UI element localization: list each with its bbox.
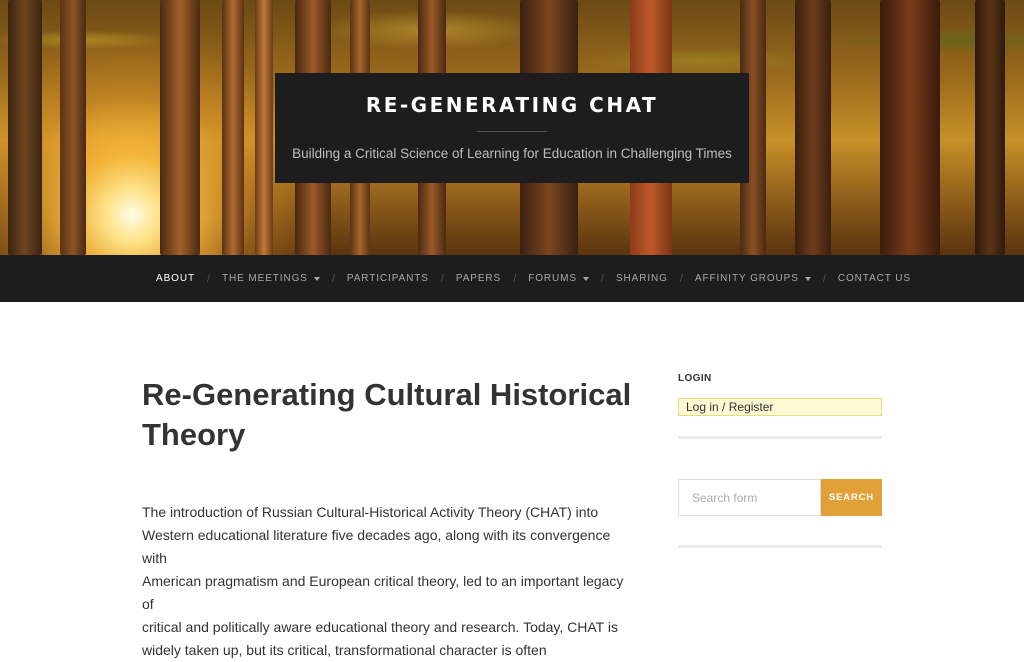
nav-item-about[interactable]: ABOUT [156, 273, 195, 284]
nav-item-affinity-groups[interactable]: AFFINITY GROUPS [695, 273, 811, 284]
tree-trunk [160, 0, 200, 255]
body-line: widely taken up, but its critical, trans… [142, 642, 547, 658]
chevron-down-icon [804, 276, 811, 281]
nav-item-participants[interactable]: PARTICIPANTS [347, 273, 429, 284]
login-separator: / [722, 400, 726, 414]
nav-item-label: SHARING [615, 273, 668, 284]
nav-item-the-meetings[interactable]: THE MEETINGS [222, 273, 320, 284]
nav-item-label: AFFINITY GROUPS [694, 273, 799, 284]
search-form: SEARCH [678, 479, 882, 516]
tree-trunk [60, 0, 86, 255]
sidebar: LOGIN Log in / Register SEARCH [678, 373, 882, 548]
main-navigation: ABOUT / THE MEETINGS / PARTICIPANTS / PA… [0, 255, 1024, 302]
title-divider [477, 131, 547, 132]
login-links: Log in / Register [678, 398, 882, 416]
nav-separator: / [206, 272, 211, 285]
page-title: Re-Generating Cultural Historical Theory [142, 377, 632, 452]
nav-item-label: PAPERS [455, 273, 502, 284]
nav-separator: / [822, 272, 826, 285]
nav-item-label: ABOUT [156, 273, 195, 284]
nav-item-forums[interactable]: FORUMS [528, 273, 589, 284]
body-line: The introduction of Russian Cultural-His… [142, 504, 599, 520]
nav-item-label: THE MEETINGS [222, 273, 308, 284]
search-button[interactable]: SEARCH [821, 479, 882, 516]
nav-separator: / [440, 272, 444, 285]
site-title[interactable]: RE-GENERATING CHAT [275, 93, 749, 117]
nav-separator: / [679, 272, 683, 285]
nav-menu: ABOUT / THE MEETINGS / PARTICIPANTS / PA… [156, 255, 911, 302]
nav-item-label: PARTICIPANTS [346, 273, 429, 284]
nav-item-label: FORUMS [528, 273, 577, 284]
widget-divider [678, 545, 882, 548]
tree-trunk [880, 0, 940, 255]
chevron-down-icon [313, 276, 320, 281]
tree-trunk [795, 0, 831, 255]
nav-item-contact-us[interactable]: CONTACT US [838, 273, 911, 284]
search-input[interactable] [678, 479, 821, 516]
tree-trunk [8, 0, 42, 255]
nav-separator: / [600, 272, 604, 285]
site-tagline: Building a Critical Science of Learning … [292, 146, 732, 161]
body-line: American pragmatism and European critica… [142, 573, 624, 612]
login-link[interactable]: Log in [686, 400, 719, 414]
nav-item-label: CONTACT US [837, 273, 911, 284]
nav-separator: / [513, 272, 517, 285]
body-line: Western educational literature five deca… [142, 527, 611, 566]
body-line: critical and politically aware education… [142, 619, 618, 635]
login-heading: LOGIN [678, 373, 712, 384]
register-link[interactable]: Register [729, 400, 774, 414]
chevron-down-icon [582, 276, 589, 281]
nav-item-sharing[interactable]: SHARING [616, 273, 668, 284]
nav-item-papers[interactable]: PAPERS [456, 273, 501, 284]
widget-divider [678, 436, 882, 439]
site-title-box: RE-GENERATING CHAT Building a Critical S… [275, 73, 749, 183]
tree-trunk [255, 0, 273, 255]
tree-trunk [975, 0, 1005, 255]
nav-separator: / [331, 272, 335, 285]
main-content: Re-Generating Cultural Historical Theory… [142, 375, 632, 662]
tree-trunk [222, 0, 244, 255]
header-banner: RE-GENERATING CHAT Building a Critical S… [0, 0, 1024, 255]
page-body: The introduction of Russian Cultural-His… [142, 501, 632, 662]
